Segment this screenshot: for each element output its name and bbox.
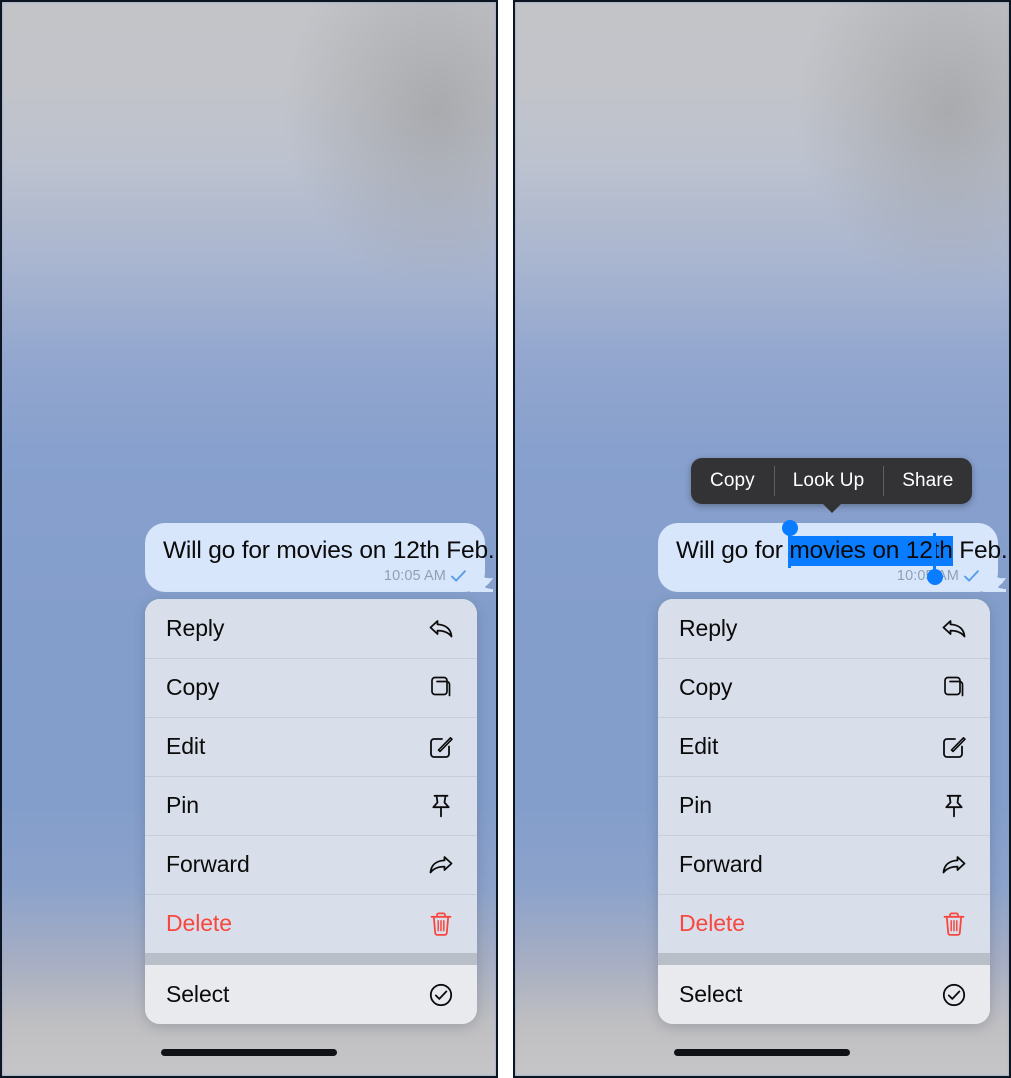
home-indicator [674, 1049, 850, 1056]
selection-handle-end[interactable] [927, 533, 945, 585]
menu-item-edit[interactable]: Edit [658, 717, 990, 776]
trash-icon [427, 910, 455, 938]
trash-icon [940, 910, 968, 938]
menu-item-pin[interactable]: Pin [658, 776, 990, 835]
menu-item-copy[interactable]: Copy [658, 658, 990, 717]
menu-item-delete[interactable]: Delete [145, 894, 477, 953]
text-selection-toolbar: Copy Look Up Share [691, 458, 973, 513]
pin-icon [940, 792, 968, 820]
selection-handle-dot [927, 569, 943, 585]
check-icon [963, 569, 980, 583]
message-text: Will go for movies on 12th Feb. [163, 536, 495, 566]
message-text-after: Feb. [952, 537, 1008, 564]
message-bubble-container-left: Will go for movies on 12th Feb. 10:05 AM [145, 523, 495, 592]
context-menu-right: Reply Copy Edit Pin Forward Delete Selec… [658, 599, 990, 1024]
menu-section-divider [145, 953, 477, 965]
menu-item-label: Select [679, 981, 743, 1007]
phone-panel-right: Copy Look Up Share Will go for movies on… [513, 0, 1011, 1078]
check-icon [450, 569, 467, 583]
menu-item-forward[interactable]: Forward [145, 835, 477, 894]
message-timestamp: 10:05 AM [383, 568, 446, 584]
pencil-square-icon [427, 733, 455, 761]
menu-item-label: Reply [166, 615, 225, 641]
menu-item-pin[interactable]: Pin [145, 776, 477, 835]
screenshot-root: Will go for movies on 12th Feb. 10:05 AM… [0, 0, 1011, 1078]
message-bubble-container-right: Will go for movies on 12th Feb. 10:05 AM [658, 520, 1008, 592]
bubble-tail-icon [983, 566, 1007, 592]
menu-item-label: Select [166, 981, 230, 1007]
menu-section-divider [658, 953, 990, 965]
menu-item-label: Pin [679, 792, 712, 818]
menu-item-edit[interactable]: Edit [145, 717, 477, 776]
check-circle-icon [940, 981, 968, 1009]
bubble-tail-icon [470, 566, 494, 592]
menu-item-label: Edit [166, 733, 206, 759]
check-circle-icon [427, 981, 455, 1009]
home-indicator [161, 1049, 337, 1056]
message-text-middle: movies on 12th [276, 537, 440, 564]
forward-arrow-icon [427, 851, 455, 879]
menu-item-delete[interactable]: Delete [658, 894, 990, 953]
pencil-square-icon [940, 733, 968, 761]
menu-item-reply[interactable]: Reply [145, 599, 477, 658]
menu-item-label: Forward [166, 851, 250, 877]
toolbar-pointer-arrow-icon [821, 503, 842, 513]
toolbar-item-label: Share [902, 470, 954, 491]
menu-item-label: Pin [166, 792, 199, 818]
menu-item-select[interactable]: Select [145, 965, 477, 1024]
menu-item-select[interactable]: Select [658, 965, 990, 1024]
message-text-before: Will go for [676, 537, 790, 564]
menu-item-label: Forward [679, 851, 763, 877]
reply-arrow-icon [940, 615, 968, 643]
forward-arrow-icon [940, 851, 968, 879]
message-text-before: Will go for [163, 537, 277, 564]
selection-handle-bar [788, 528, 791, 568]
phone-panel-left: Will go for movies on 12th Feb. 10:05 AM… [0, 0, 498, 1078]
message-text-after: Feb. [439, 537, 495, 564]
toolbar-item-label: Copy [710, 470, 755, 491]
menu-item-label: Delete [166, 910, 232, 936]
menu-item-label: Copy [166, 674, 220, 700]
message-meta: 10:05 AM [163, 568, 469, 584]
menu-item-label: Copy [679, 674, 733, 700]
selection-handle-start[interactable] [782, 520, 800, 568]
menu-item-label: Reply [679, 615, 738, 641]
toolbar-item-copy[interactable]: Copy [691, 458, 774, 504]
menu-item-forward[interactable]: Forward [658, 835, 990, 894]
context-menu-left: Reply Copy Edit Pin Forward Delete Selec… [145, 599, 477, 1024]
menu-item-label: Delete [679, 910, 745, 936]
message-bubble[interactable]: Will go for movies on 12th Feb. 10:05 AM [145, 523, 495, 592]
menu-item-copy[interactable]: Copy [145, 658, 477, 717]
toolbar-item-share[interactable]: Share [883, 458, 972, 504]
copy-docs-icon [427, 674, 455, 702]
menu-item-reply[interactable]: Reply [658, 599, 990, 658]
copy-docs-icon [940, 674, 968, 702]
toolbar-item-look-up[interactable]: Look Up [773, 458, 883, 504]
message-bubble[interactable]: Will go for movies on 12th Feb. 10:05 AM [658, 520, 1008, 592]
toolbar-item-label: Look Up [792, 470, 865, 491]
pin-icon [427, 792, 455, 820]
menu-item-label: Edit [679, 733, 719, 759]
reply-arrow-icon [427, 615, 455, 643]
